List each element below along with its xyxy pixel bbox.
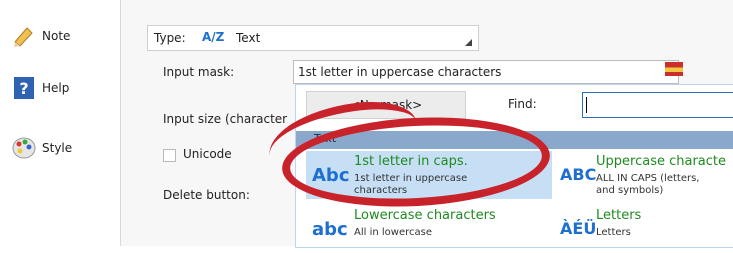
svg-text:?: ? xyxy=(19,79,28,98)
text-caret xyxy=(586,97,587,113)
sidebar-item-help[interactable]: ? Help xyxy=(12,76,69,100)
unicode-checkbox[interactable] xyxy=(163,149,176,162)
option-glyph: ABC xyxy=(560,165,597,184)
sidebar-item-label: Style xyxy=(42,141,73,155)
option-title: Letters xyxy=(596,208,642,223)
find-input[interactable] xyxy=(582,92,733,118)
option-glyph: abc xyxy=(312,219,348,240)
sidebar-item-label: Help xyxy=(42,81,70,95)
dropdown-arrow-icon xyxy=(465,39,472,46)
option-glyph: ÀÉÜ xyxy=(560,219,597,238)
type-label: Type: xyxy=(154,31,186,45)
unicode-label: Unicode xyxy=(183,147,232,161)
sidebar-item-label: Note xyxy=(42,29,71,43)
option-title: Uppercase characte xyxy=(596,154,726,169)
delete-button-label: Delete button: xyxy=(163,188,250,202)
option-title: Lowercase characters xyxy=(354,208,496,223)
input-mask-select[interactable]: 1st letter in uppercase characters xyxy=(293,60,679,84)
input-mask-value: 1st letter in uppercase characters xyxy=(298,65,502,79)
type-value: Text xyxy=(236,31,261,45)
sidebar: Note ? Help Style xyxy=(0,0,121,246)
option-desc: ALL IN CAPS (letters, xyxy=(596,173,700,184)
option-desc: Letters xyxy=(596,227,631,238)
pencil-icon xyxy=(12,24,36,48)
find-label: Find: xyxy=(508,97,537,111)
input-size-label: Input size (character xyxy=(163,112,288,126)
language-flag-icon[interactable] xyxy=(665,62,683,76)
input-mask-label: Input mask: xyxy=(163,65,235,79)
question-icon: ? xyxy=(12,76,36,100)
type-selector[interactable]: Type: A/Z Text xyxy=(147,25,479,51)
palette-icon xyxy=(12,136,36,160)
sidebar-item-style[interactable]: Style xyxy=(12,136,72,160)
option-uppercase[interactable]: ABC Uppercase characte ALL IN CAPS (lett… xyxy=(560,151,733,199)
text-type-icon: A/Z xyxy=(202,30,225,44)
option-desc: and symbols) xyxy=(596,185,664,196)
option-desc: All in lowercase xyxy=(354,227,432,238)
sidebar-item-note[interactable]: Note xyxy=(12,24,70,48)
